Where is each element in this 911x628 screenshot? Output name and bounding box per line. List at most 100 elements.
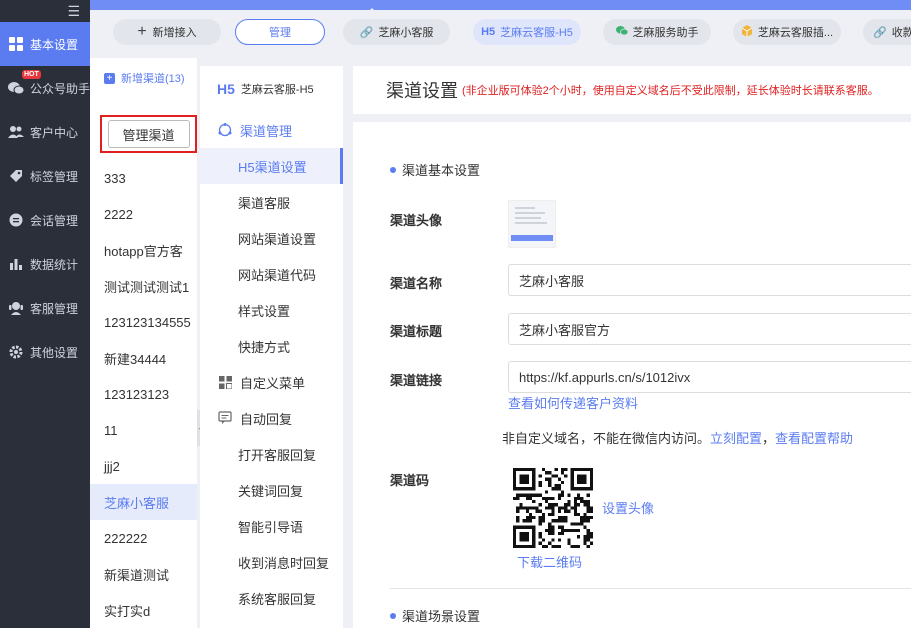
h5-icon: H5 bbox=[217, 81, 235, 97]
bullet-dot bbox=[390, 166, 396, 173]
sidebar-item-other-settings[interactable]: 其他设置 bbox=[0, 330, 90, 374]
wechat-icon bbox=[8, 80, 24, 96]
add-access-label: 新增接入 bbox=[152, 27, 197, 39]
channel-list-item[interactable]: 123123123 bbox=[90, 376, 197, 412]
page-title-bar: 渠道设置 (非企业版可体验2个小时，使用自定义域名后不受此限制，延长体验时长请联… bbox=[353, 66, 911, 122]
channel-title-input[interactable]: 芝麻小客服官方 bbox=[508, 313, 911, 345]
sidebar-item-data-statistics[interactable]: 数据统计 bbox=[0, 242, 90, 286]
channel-link-label: 渠道链接 bbox=[390, 373, 443, 388]
channel-submenu: H5 芝麻云客服-H5 渠道管理 H5渠道设置 渠道客服 网站渠道设置 网站渠道… bbox=[200, 66, 343, 628]
submenu-group-label: 自动回复 bbox=[240, 411, 293, 427]
channel-tab-zhima-plugin[interactable]: 芝麻云客服插... bbox=[733, 19, 841, 45]
channel-list-item[interactable]: 222222 bbox=[90, 520, 197, 556]
channel-list: 333 2222 hotapp官方客 测试测试测试1 123123134555 新建344… bbox=[90, 160, 197, 628]
submenu-item-system-reply[interactable]: 系统客服回复 bbox=[200, 580, 343, 616]
download-qr-link[interactable]: 下载二维码 bbox=[517, 552, 582, 571]
channel-tab-payment[interactable]: 🔗 收款的 bbox=[863, 19, 911, 45]
grid-icon bbox=[8, 36, 24, 52]
channel-avatar[interactable] bbox=[508, 200, 556, 248]
submenu-item-style-settings[interactable]: 样式设置 bbox=[200, 292, 343, 328]
domain-notice-text: 非自定义域名，不能在微信内访问。 bbox=[502, 431, 711, 446]
active-tab-indicator bbox=[366, 8, 378, 14]
channel-name-label: 渠道名称 bbox=[390, 276, 443, 291]
submenu-item-message-reply[interactable]: 收到消息时回复 bbox=[200, 544, 343, 580]
add-access-button[interactable]: + 新增接入 bbox=[113, 19, 221, 45]
sidebar-item-basic-settings[interactable]: 基本设置 bbox=[0, 22, 90, 66]
reply-icon bbox=[218, 411, 232, 425]
basic-settings-section-title: 渠道基本设置 bbox=[390, 160, 480, 179]
submenu-group-label: 渠道管理 bbox=[240, 123, 293, 139]
channel-icon bbox=[218, 123, 232, 137]
submenu-group-label: 自定义菜单 bbox=[240, 375, 306, 391]
sidebar-item-label: 其他设置 bbox=[30, 345, 79, 360]
submenu-group-custom-menu[interactable]: 自定义菜单 bbox=[200, 364, 343, 400]
sidebar-item-label: 会话管理 bbox=[30, 213, 79, 228]
chat-icon bbox=[8, 212, 24, 228]
manage-button[interactable]: 管理 bbox=[235, 19, 325, 45]
channel-link-input[interactable]: https://kf.appurls.cn/s/1012ivx bbox=[508, 361, 911, 393]
new-channel-button[interactable]: + 新增渠道(13) bbox=[90, 58, 197, 98]
submenu-group-auto-reply[interactable]: 自动回复 bbox=[200, 400, 343, 436]
channel-name-input[interactable]: 芝麻小客服 bbox=[508, 264, 911, 296]
channel-list-item[interactable]: 新渠道测试 bbox=[90, 556, 197, 592]
pass-customer-info-link[interactable]: 查看如何传递客户资料 bbox=[508, 393, 638, 412]
config-help-link[interactable]: 查看配置帮助 bbox=[775, 431, 853, 446]
sidebar-item-label: 公众号助手 bbox=[30, 81, 91, 96]
section-title-text: 渠道基本设置 bbox=[402, 163, 481, 178]
channel-list-item[interactable]: 实打实d bbox=[90, 592, 197, 628]
link-icon: 🔗 bbox=[359, 26, 374, 39]
channel-list-item[interactable]: 芝麻小客服 bbox=[90, 484, 197, 520]
configure-now-link[interactable]: 立刻配置 bbox=[710, 431, 762, 446]
channel-list-item[interactable]: 测试测试测试1 bbox=[90, 268, 197, 304]
plugin-icon bbox=[741, 24, 753, 40]
new-channel-label: 新增渠道(13) bbox=[121, 73, 185, 85]
submenu-item-website-settings[interactable]: 网站渠道设置 bbox=[200, 220, 343, 256]
manage-channel-button[interactable]: 管理渠道 bbox=[107, 120, 190, 148]
channel-settings-panel: 渠道设置 (非企业版可体验2个小时，使用自定义域名后不受此限制，延长体验时长请联… bbox=[353, 66, 911, 628]
sidebar-item-agent-management[interactable]: 客服管理 bbox=[0, 286, 90, 330]
gear-icon bbox=[8, 344, 24, 360]
collapse-menu-icon[interactable]: ☰ bbox=[0, 0, 90, 22]
channel-list-item[interactable]: 123123134555 bbox=[90, 304, 197, 340]
submenu-item-channel-agents[interactable]: 渠道客服 bbox=[200, 184, 343, 220]
channel-tab-zhima-h5[interactable]: H5 芝麻云客服-H5 bbox=[473, 19, 581, 45]
link-icon: 🔗 bbox=[873, 26, 887, 39]
submenu-item-h5-settings[interactable]: H5渠道设置 bbox=[200, 148, 343, 184]
domain-notice: 非自定义域名，不能在微信内访问。立刻配置，查看配置帮助 bbox=[502, 428, 853, 447]
plus-square-icon: + bbox=[104, 72, 115, 84]
submenu-item-website-code[interactable]: 网站渠道代码 bbox=[200, 256, 343, 292]
submenu-item-open-reply[interactable]: 打开客服回复 bbox=[200, 436, 343, 472]
manage-channel-highlight: 管理渠道 bbox=[100, 115, 197, 153]
chart-icon bbox=[8, 256, 24, 272]
sidebar-item-label: 标签管理 bbox=[30, 169, 79, 184]
channel-list-item[interactable]: 2222 bbox=[90, 196, 197, 232]
channel-list-item[interactable]: 新建34444 bbox=[90, 340, 197, 376]
hot-badge: HOT bbox=[22, 70, 41, 79]
channel-list-item[interactable]: hotapp官方客 bbox=[90, 232, 197, 268]
sidebar-item-label: 客户中心 bbox=[30, 125, 79, 140]
submenu-header: H5 芝麻云客服-H5 bbox=[200, 66, 343, 112]
channel-tab-zhima-service[interactable]: 芝麻服务助手 bbox=[603, 19, 711, 45]
sidebar-item-customer-center[interactable]: 客户中心 bbox=[0, 110, 90, 154]
channel-list-item[interactable]: jjj2 bbox=[90, 448, 197, 484]
sidebar-item-session-management[interactable]: 会话管理 bbox=[0, 198, 90, 242]
top-bar: + 新增接入 管理 🔗 芝麻小客服 H5 芝麻云客服-H5 芝麻服务助手 芝麻云… bbox=[90, 0, 911, 58]
avatar-label: 渠道头像 bbox=[390, 213, 443, 228]
section-title-text: 渠道场景设置 bbox=[402, 609, 481, 624]
sidebar-item-wechat-assistant[interactable]: HOT 公众号助手 bbox=[0, 66, 90, 110]
page-title: 渠道设置 bbox=[386, 81, 458, 101]
sidebar-item-tag-management[interactable]: 标签管理 bbox=[0, 154, 90, 198]
users-icon bbox=[8, 124, 24, 140]
channel-list-item[interactable]: 11 bbox=[90, 412, 197, 448]
channel-tab-label: 芝麻云客服插... bbox=[757, 27, 834, 39]
submenu-item-shortcuts[interactable]: 快捷方式 bbox=[200, 328, 343, 364]
channel-tab-label: 芝麻云客服-H5 bbox=[500, 27, 573, 39]
channel-list-item[interactable]: 333 bbox=[90, 160, 197, 196]
submenu-item-keyword-reply[interactable]: 关键词回复 bbox=[200, 472, 343, 508]
section-divider bbox=[390, 588, 911, 589]
set-avatar-link[interactable]: 设置头像 bbox=[602, 498, 654, 517]
submenu-item-smart-guide[interactable]: 智能引导语 bbox=[200, 508, 343, 544]
submenu-group-channel-management[interactable]: 渠道管理 bbox=[200, 112, 343, 148]
channel-tab-zhima-kf[interactable]: 🔗 芝麻小客服 bbox=[343, 19, 450, 45]
channel-tab-label: 收款的 bbox=[891, 27, 911, 39]
